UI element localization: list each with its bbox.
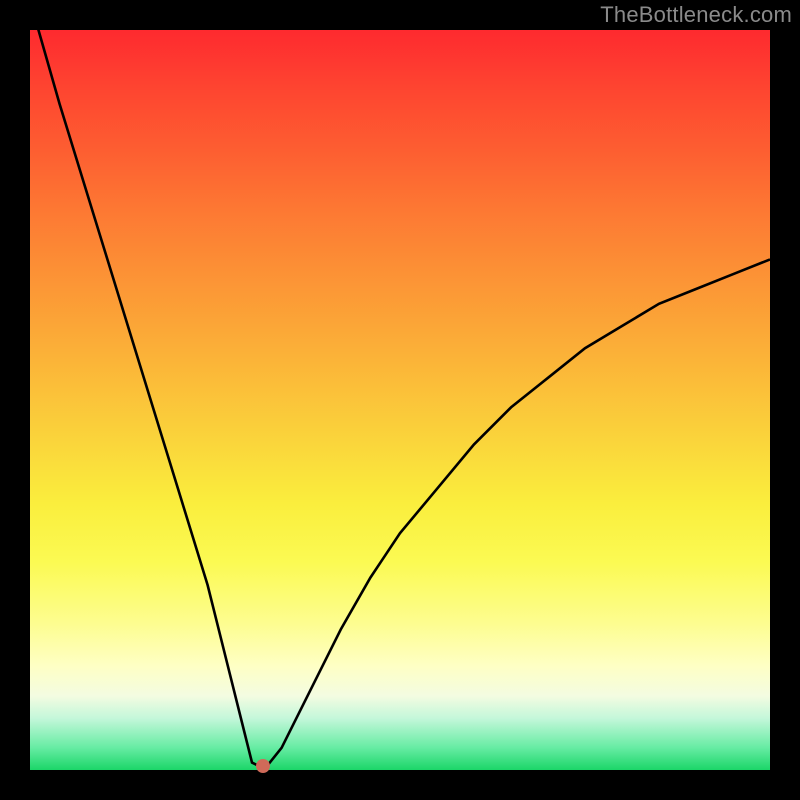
watermark-text: TheBottleneck.com <box>600 2 792 28</box>
bottleneck-curve <box>30 30 770 770</box>
chart-frame: TheBottleneck.com <box>0 0 800 800</box>
plot-area <box>30 30 770 770</box>
minimum-marker <box>256 759 270 773</box>
